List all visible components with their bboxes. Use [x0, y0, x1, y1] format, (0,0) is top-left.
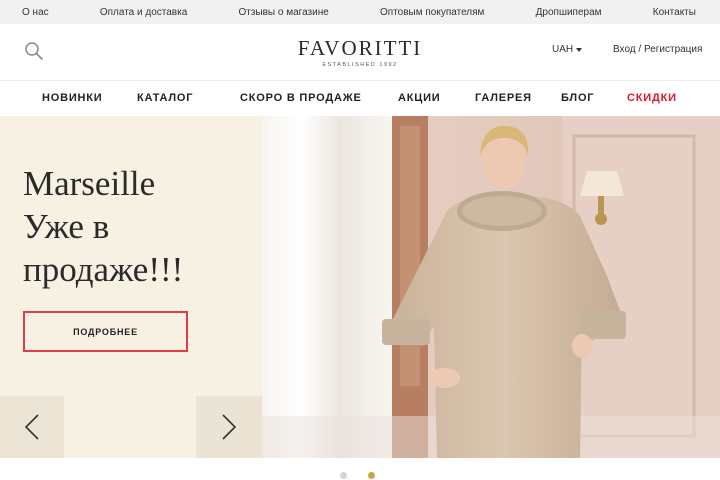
- nav-item-new[interactable]: НОВИНКИ: [42, 92, 103, 104]
- hero-title-line-3: продаже!!!: [23, 250, 184, 289]
- search-icon[interactable]: [24, 41, 44, 61]
- chevron-left-icon: [24, 414, 39, 440]
- nav-item-blog[interactable]: БЛОГ: [561, 92, 594, 104]
- login-register-link[interactable]: Вход / Регистрация: [613, 44, 702, 55]
- topbar-link-wholesale[interactable]: Оптовым покупателям: [380, 7, 484, 18]
- topbar-link-contacts[interactable]: Контакты: [653, 7, 696, 18]
- top-utility-bar: О нас Оплата и доставка Отзывы о магазин…: [0, 0, 720, 24]
- nav-item-coming-soon[interactable]: СКОРО В ПРОДАЖЕ: [240, 92, 362, 104]
- slider-dot-2[interactable]: [368, 472, 375, 479]
- slider-prev-button[interactable]: [0, 396, 64, 458]
- hero-photo-coat-model: [262, 116, 720, 458]
- topbar-link-about[interactable]: О нас: [22, 7, 49, 18]
- hero-title-line-2: Уже в: [23, 207, 110, 246]
- hero-title-line-1: Marseille: [23, 164, 156, 203]
- slider-dot-1[interactable]: [340, 472, 347, 479]
- logo-tagline: ESTABLISHED 1992: [322, 62, 398, 68]
- main-nav: НОВИНКИ КАТАЛОГ СКОРО В ПРОДАЖЕ АКЦИИ ГА…: [0, 80, 720, 116]
- currency-label: UAH: [552, 44, 574, 55]
- topbar-link-payment-delivery[interactable]: Оплата и доставка: [100, 7, 187, 18]
- more-details-button[interactable]: ПОДРОБНЕЕ: [23, 311, 188, 352]
- nav-item-sale[interactable]: СКИДКИ: [627, 92, 677, 104]
- chevron-right-icon: [222, 414, 237, 440]
- site-header: FAVORITTI ESTABLISHED 1992 UAH Вход / Ре…: [0, 24, 720, 80]
- site-logo[interactable]: FAVORITTI ESTABLISHED 1992: [260, 36, 460, 68]
- slider-pagination: [0, 458, 720, 480]
- hero-slider: Marseille Уже в продаже!!! ПОДРОБНЕЕ: [0, 116, 720, 458]
- nav-item-promotions[interactable]: АКЦИИ: [398, 92, 441, 104]
- slider-next-button[interactable]: [196, 396, 262, 458]
- topbar-link-reviews[interactable]: Отзывы о магазине: [238, 7, 328, 18]
- nav-item-catalog[interactable]: КАТАЛОГ: [137, 92, 193, 104]
- nav-item-gallery[interactable]: ГАЛЕРЕЯ: [475, 92, 532, 104]
- logo-name: FAVORITTI: [297, 36, 423, 60]
- hero-title: Marseille Уже в продаже!!!: [23, 162, 253, 291]
- topbar-link-dropshipping[interactable]: Дропшиперам: [536, 7, 602, 18]
- chevron-down-icon: [576, 47, 583, 52]
- currency-selector[interactable]: UAH: [552, 44, 583, 55]
